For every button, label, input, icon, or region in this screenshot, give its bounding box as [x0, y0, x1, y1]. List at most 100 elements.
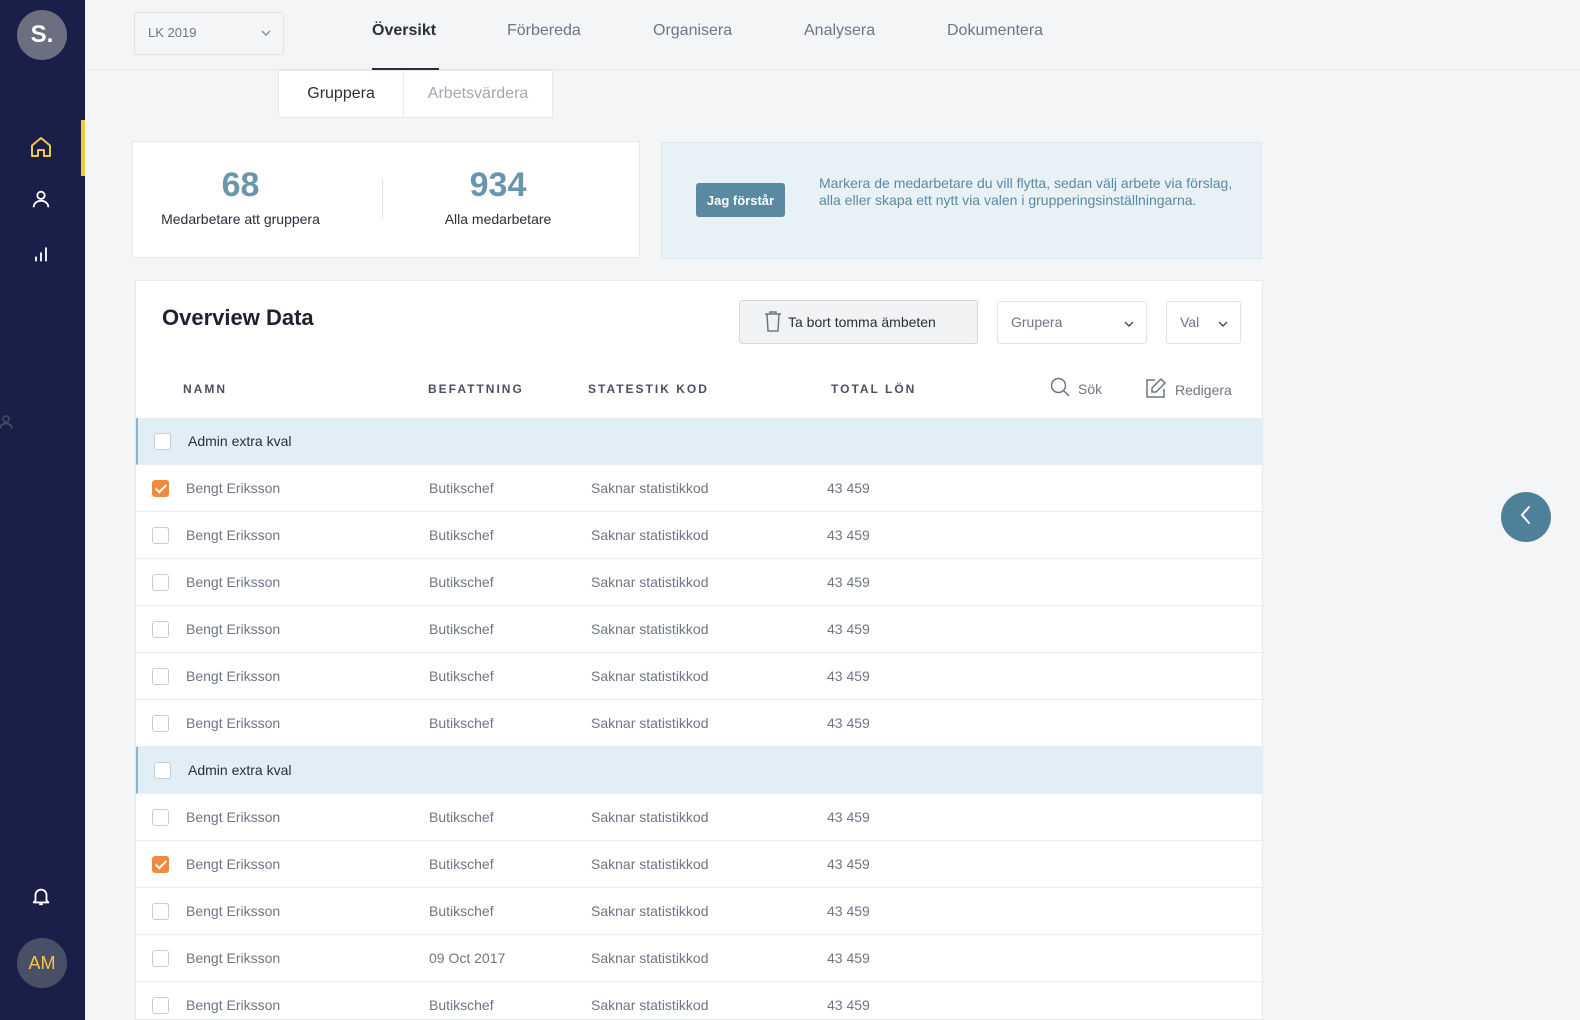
val-select-value: Val	[1180, 314, 1200, 330]
user-avatar[interactable]: AM	[17, 938, 67, 988]
delete-empty-positions-button[interactable]: Ta bort tomma ämbeten	[739, 300, 978, 344]
cell-total-salary: 43 459	[827, 527, 870, 543]
group-select[interactable]: Grupera	[997, 301, 1147, 344]
cell-stat-code: Saknar statistikkod	[591, 621, 709, 637]
cell-position: Butikschef	[429, 574, 494, 590]
cell-position: Butikschef	[429, 997, 494, 1013]
table-row[interactable]: Bengt Eriksson Butikschef Saknar statistik…	[136, 794, 1262, 841]
edit-button[interactable]: Redigera	[1145, 377, 1232, 402]
cell-name: Bengt Eriksson	[186, 950, 281, 966]
bar-chart-icon[interactable]	[25, 238, 57, 270]
group-row[interactable]: Admin extra kval	[136, 747, 1262, 794]
home-icon[interactable]	[25, 131, 57, 163]
cell-position: Butikschef	[429, 856, 494, 872]
row-checkbox[interactable]	[152, 950, 169, 967]
card-title: Overview Data	[162, 305, 314, 330]
cell-stat-code: Saknar statistikkod	[591, 856, 709, 872]
row-checkbox[interactable]	[154, 433, 171, 450]
nav-active-indicator	[81, 120, 85, 176]
row-checkbox[interactable]	[152, 574, 169, 591]
bell-icon[interactable]	[25, 880, 57, 912]
row-checkbox[interactable]	[152, 621, 169, 638]
cell-stat-code: Saknar statistikkod	[591, 574, 709, 590]
cell-name: Bengt Eriksson	[186, 574, 281, 590]
cell-name: Bengt Eriksson	[186, 715, 281, 731]
table-row[interactable]: Bengt Eriksson Butikschef Saknar statistik…	[136, 700, 1262, 747]
chevron-down-icon	[1123, 317, 1135, 333]
edit-label: Redigera	[1175, 381, 1232, 398]
user-icon[interactable]	[25, 183, 57, 215]
search-button[interactable]: Sök	[1050, 377, 1102, 400]
cell-position: Butikschef	[429, 715, 494, 731]
tab-organisera[interactable]: Organisera	[653, 22, 732, 40]
row-checkbox[interactable]	[152, 527, 169, 544]
cell-position: Butikschef	[429, 809, 494, 825]
chevron-left-icon	[1518, 504, 1534, 531]
column-header-name[interactable]: NAMN	[183, 382, 227, 396]
cell-name: Bengt Eriksson	[186, 668, 281, 684]
row-checkbox[interactable]	[152, 715, 169, 732]
val-select[interactable]: Val	[1166, 301, 1241, 344]
stats-card: 68 Medarbetare att gruppera 934 Alla med…	[132, 141, 640, 258]
chevron-down-icon	[260, 27, 272, 42]
row-checkbox[interactable]	[152, 480, 169, 497]
cell-total-salary: 43 459	[827, 715, 870, 731]
search-icon	[1050, 377, 1070, 400]
group-name: Admin extra kval	[188, 433, 292, 449]
row-checkbox[interactable]	[152, 856, 169, 873]
delete-empty-positions-label: Ta bort tomma ämbeten	[788, 314, 936, 330]
cell-stat-code: Saknar statistikkod	[591, 950, 709, 966]
table-row[interactable]: Bengt Eriksson Butikschef Saknar statistik…	[136, 465, 1262, 512]
cell-stat-code: Saknar statistikkod	[591, 809, 709, 825]
table-row[interactable]: Bengt Eriksson Butikschef Saknar statistik…	[136, 559, 1262, 606]
row-checkbox[interactable]	[152, 668, 169, 685]
understood-button[interactable]: Jag förstår	[696, 183, 785, 217]
group-row[interactable]: Admin extra kval	[136, 418, 1262, 465]
stat-all-value: 934	[469, 166, 527, 204]
cell-name: Bengt Eriksson	[186, 621, 281, 637]
table-row[interactable]: Bengt Eriksson Butikschef Saknar statistik…	[136, 982, 1262, 1019]
subtab-arbetsvardera[interactable]: Arbetsvärdera	[404, 71, 552, 117]
cell-total-salary: 43 459	[827, 903, 870, 919]
tab-dokumentera[interactable]: Dokumentera	[947, 22, 1043, 40]
row-checkbox[interactable]	[152, 997, 169, 1014]
tab-oversikt[interactable]: Översikt	[372, 22, 436, 40]
group-select-value: Grupera	[1011, 314, 1063, 330]
cell-total-salary: 43 459	[827, 668, 870, 684]
sub-tabs: Gruppera Arbetsvärdera	[278, 70, 553, 118]
subtab-gruppera[interactable]: Gruppera	[279, 71, 405, 117]
cell-stat-code: Saknar statistikkod	[591, 668, 709, 684]
column-header-stat-code[interactable]: STATESTIK KOD	[588, 382, 709, 396]
cell-total-salary: 43 459	[827, 621, 870, 637]
stat-divider	[382, 179, 383, 219]
column-header-position[interactable]: BEFATTNING	[428, 382, 524, 396]
period-select[interactable]: LK 2019	[134, 12, 284, 55]
row-checkbox[interactable]	[152, 903, 169, 920]
table-row[interactable]: Bengt Eriksson 09 Oct 2017 Saknar statisti…	[136, 935, 1262, 982]
row-checkbox[interactable]	[154, 762, 171, 779]
brand-logo[interactable]: S.	[17, 10, 67, 60]
tab-forbereda[interactable]: Förbereda	[507, 22, 581, 40]
table-row[interactable]: Bengt Eriksson Butikschef Saknar statistik…	[136, 512, 1262, 559]
cell-total-salary: 43 459	[827, 809, 870, 825]
overview-data-card: Overview Data Ta bort tomma ämbeten Grup…	[135, 280, 1263, 1020]
chevron-down-icon	[1217, 317, 1229, 333]
top-bar: LK 2019 Översikt Förbereda Organisera An…	[85, 0, 1580, 70]
column-header-total-salary[interactable]: TOTAL LÖN	[831, 382, 916, 396]
cell-total-salary: 43 459	[827, 480, 870, 496]
table-row[interactable]: Bengt Eriksson Butikschef Saknar statistik…	[136, 888, 1262, 935]
group-name: Admin extra kval	[188, 762, 292, 778]
table-row[interactable]: Bengt Eriksson Butikschef Saknar statistik…	[136, 606, 1262, 653]
info-text: Markera de medarbetare du vill flytta, s…	[819, 175, 1233, 208]
cell-position: Butikschef	[429, 668, 494, 684]
cell-total-salary: 43 459	[827, 574, 870, 590]
edit-icon	[1145, 377, 1167, 402]
collapse-panel-button[interactable]	[1501, 492, 1551, 542]
row-checkbox[interactable]	[152, 809, 169, 826]
table-row[interactable]: Bengt Eriksson Butikschef Saknar statistik…	[136, 653, 1262, 700]
user-icon	[0, 412, 20, 432]
table-row[interactable]: Bengt Eriksson Butikschef Saknar statistik…	[136, 841, 1262, 888]
trash-icon	[764, 310, 782, 335]
cell-total-salary: 43 459	[827, 950, 870, 966]
tab-analysera[interactable]: Analysera	[804, 22, 875, 40]
